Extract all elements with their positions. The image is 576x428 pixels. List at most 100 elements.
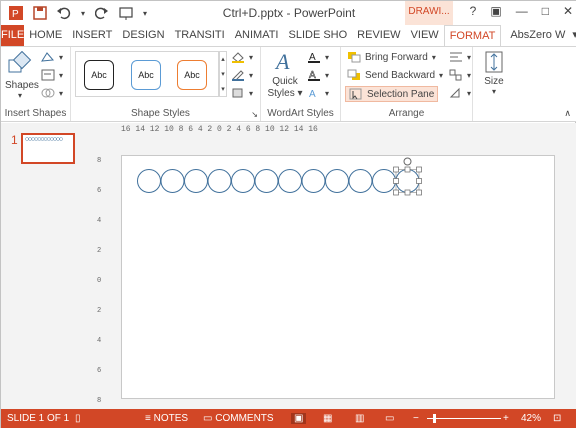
circle-shape[interactable] bbox=[372, 169, 396, 193]
resize-handle[interactable] bbox=[404, 189, 411, 196]
merge-shapes-button[interactable]: ▾ bbox=[41, 87, 63, 99]
ruler-tick: 0 bbox=[97, 277, 102, 285]
normal-view-icon[interactable]: ▣ bbox=[291, 413, 307, 424]
align-button[interactable]: ▾ bbox=[449, 51, 471, 63]
arrange-group-label: Arrange bbox=[388, 108, 425, 119]
ruler-tick: 8 bbox=[97, 157, 102, 165]
size-group: Size ▾ bbox=[473, 47, 515, 121]
slide-thumbnail[interactable] bbox=[21, 133, 75, 164]
slide-thumbnails-pane: 1 bbox=[1, 123, 93, 409]
ribbon-tabs: FILE HOME INSERT DESIGN TRANSITI ANIMATI… bbox=[1, 25, 576, 47]
rotate-button[interactable]: ▾ bbox=[449, 87, 471, 99]
thumbnail-circle bbox=[25, 137, 29, 141]
notes-button[interactable]: ≡ NOTES bbox=[145, 413, 188, 424]
restore-ribbon-icon[interactable]: ▣ bbox=[490, 4, 501, 18]
chevron-down-icon[interactable]: ▾ bbox=[570, 25, 576, 47]
circle-shape[interactable] bbox=[160, 169, 185, 193]
resize-handle[interactable] bbox=[393, 189, 399, 196]
zoom-in-icon[interactable]: + bbox=[503, 413, 509, 424]
zoom-slider[interactable] bbox=[427, 418, 501, 419]
thumbnail-circle bbox=[59, 137, 63, 141]
comments-label: COMMENTS bbox=[215, 413, 274, 424]
selection-pane-icon bbox=[349, 88, 362, 100]
collapse-ribbon-icon[interactable]: ∧ bbox=[564, 108, 571, 119]
resize-handle[interactable] bbox=[393, 178, 399, 184]
close-icon[interactable]: ✕ bbox=[563, 4, 573, 18]
user-account[interactable]: AbsZero W bbox=[505, 25, 570, 47]
rotate-handle[interactable] bbox=[403, 157, 412, 166]
text-fill-button[interactable]: A ▾ bbox=[307, 51, 329, 63]
slide-sorter-icon[interactable]: ▦ bbox=[323, 413, 332, 424]
gallery-scroll[interactable]: ▴ ▾ ▾ bbox=[219, 51, 227, 97]
wordart-a-icon: A bbox=[274, 49, 290, 74]
circle-shape[interactable] bbox=[137, 169, 161, 193]
shape-style-sample-1[interactable]: Abc bbox=[84, 60, 114, 90]
vertical-ruler: 8 6 4 2 0 2 4 6 8 bbox=[97, 157, 107, 405]
pen-icon bbox=[232, 70, 244, 81]
group-button[interactable]: ▾ bbox=[449, 69, 471, 81]
fit-to-window-icon[interactable]: ⊡ bbox=[553, 413, 561, 424]
resize-handle[interactable] bbox=[404, 166, 411, 173]
shapes-button[interactable]: Shapes ▾ bbox=[5, 50, 39, 100]
thumbnail-circle bbox=[37, 137, 42, 141]
circle-shape[interactable] bbox=[278, 169, 302, 193]
tab-format[interactable]: FORMAT bbox=[443, 25, 502, 47]
tab-file[interactable]: FILE bbox=[1, 25, 25, 47]
shape-styles-group-label: Shape Styles bbox=[131, 108, 190, 119]
circle-shape[interactable] bbox=[254, 169, 279, 193]
tab-insert[interactable]: INSERT bbox=[67, 25, 117, 47]
thumbnail-circle bbox=[34, 137, 39, 141]
send-backward-button[interactable]: Send Backward ▾ bbox=[347, 69, 443, 81]
tab-review[interactable]: REVIEW bbox=[352, 25, 405, 47]
circle-shape[interactable] bbox=[348, 169, 373, 193]
slide-show-icon[interactable]: ▭ bbox=[385, 413, 394, 424]
selection-pane-button[interactable]: Selection Pane bbox=[345, 86, 439, 102]
edit-shape-button[interactable]: ▾ bbox=[41, 51, 63, 63]
circle-shape[interactable] bbox=[301, 169, 326, 193]
zoom-level[interactable]: 42% bbox=[521, 413, 541, 424]
tab-slide-show[interactable]: SLIDE SHO bbox=[283, 25, 352, 47]
tab-design[interactable]: DESIGN bbox=[117, 25, 169, 47]
zoom-out-icon[interactable]: − bbox=[413, 413, 419, 424]
text-outline-button[interactable]: A ▾ bbox=[307, 69, 329, 81]
zoom-slider-thumb[interactable] bbox=[433, 414, 436, 423]
spell-check-icon[interactable]: ▯ bbox=[75, 413, 81, 424]
slide-canvas[interactable] bbox=[121, 155, 555, 399]
shape-effects-button[interactable]: ▾ bbox=[231, 87, 253, 99]
tab-home[interactable]: HOME bbox=[24, 25, 67, 47]
tab-transitions[interactable]: TRANSITI bbox=[170, 25, 230, 47]
dialog-launcher-icon[interactable]: ↘ bbox=[251, 110, 258, 119]
reading-view-icon[interactable]: ▥ bbox=[355, 413, 364, 424]
circle-shape[interactable] bbox=[325, 169, 349, 193]
text-effects-button[interactable]: A ▾ bbox=[307, 87, 329, 100]
resize-handle[interactable] bbox=[416, 166, 422, 173]
ribbon: Shapes ▾ ▾ ▾ ▾ Insert Shapes Abc Abc Abc… bbox=[1, 46, 576, 122]
thumbnail-circle bbox=[53, 137, 57, 141]
circle-shape[interactable] bbox=[231, 169, 255, 193]
text-box-button[interactable]: ▾ bbox=[41, 69, 63, 81]
circle-shape[interactable] bbox=[395, 169, 420, 193]
tab-animations[interactable]: ANIMATI bbox=[230, 25, 284, 47]
shape-style-sample-2[interactable]: Abc bbox=[131, 60, 161, 90]
resize-handle[interactable] bbox=[393, 166, 399, 173]
shape-outline-button[interactable]: ▾ bbox=[231, 69, 253, 81]
notes-label: NOTES bbox=[153, 413, 189, 424]
circle-shape[interactable] bbox=[184, 169, 208, 193]
quick-styles-button[interactable]: A Quick Styles ▾ bbox=[265, 49, 305, 100]
bring-forward-button[interactable]: Bring Forward ▾ bbox=[347, 51, 436, 63]
shape-fill-button[interactable]: ▾ bbox=[231, 51, 253, 63]
resize-handle[interactable] bbox=[416, 178, 422, 184]
svg-text:A: A bbox=[309, 89, 316, 99]
tab-view[interactable]: VIEW bbox=[406, 25, 444, 47]
size-button[interactable]: Size ▾ bbox=[481, 51, 507, 96]
help-icon[interactable]: ? bbox=[470, 4, 477, 18]
shape-style-sample-3[interactable]: Abc bbox=[177, 60, 207, 90]
comments-button[interactable]: ▭ COMMENTS bbox=[203, 413, 274, 424]
resize-handle[interactable] bbox=[416, 189, 422, 196]
quick-styles-label: Quick Styles ▾ bbox=[267, 76, 303, 99]
maximize-icon[interactable]: □ bbox=[542, 4, 549, 18]
slide-info: SLIDE 1 OF 1 bbox=[7, 413, 70, 424]
minimize-icon[interactable]: — bbox=[516, 4, 528, 18]
send-backward-icon bbox=[347, 69, 360, 80]
circle-shape[interactable] bbox=[207, 169, 232, 193]
